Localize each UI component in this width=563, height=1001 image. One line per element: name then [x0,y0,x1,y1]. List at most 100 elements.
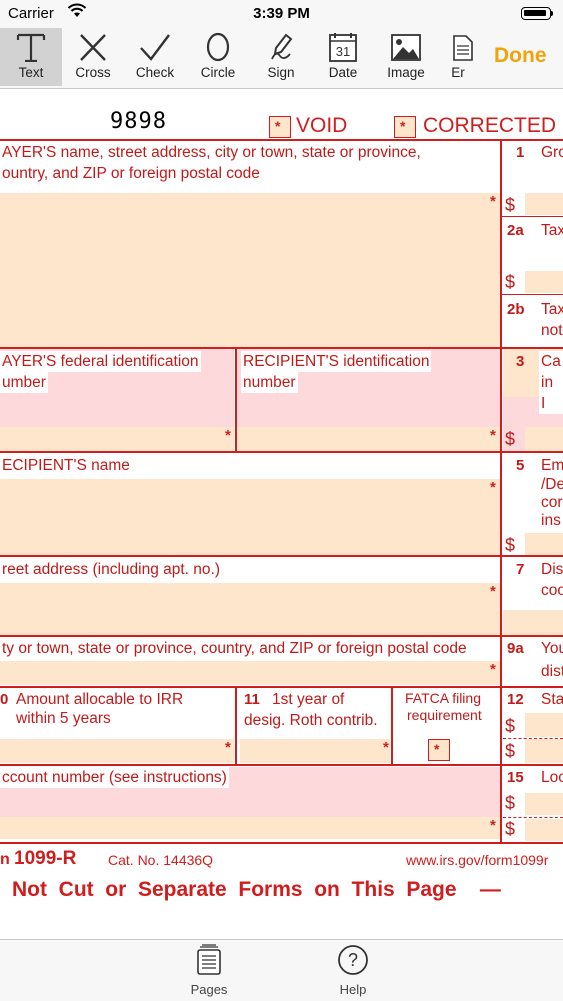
box7-label-2: coo [539,580,563,601]
payer-name-field[interactable] [0,193,500,347]
corrected-label: CORRECTED [423,114,557,137]
box7-label: Dis [539,559,563,580]
box12-label: Sta [539,689,563,710]
required-mark: * [490,583,496,600]
eraser-icon [453,35,473,61]
city-field[interactable] [0,661,500,685]
void-checkbox[interactable]: * [269,116,291,138]
box3-field[interactable] [525,427,563,451]
account-number-label: ccount number (see instructions) [0,767,229,788]
status-bar: Carrier 3:39 PM [0,0,563,28]
recipient-name-field[interactable] [0,479,500,555]
box1-field[interactable] [525,193,563,215]
city-label: ty or town, state or province, country, … [0,638,469,659]
svg-text:?: ? [348,950,358,970]
pages-icon [197,944,221,975]
box3-label: Ca [539,351,563,372]
tool-image-label: Image [387,65,425,80]
box5-label-4: ins [539,510,563,531]
street-field[interactable] [0,583,500,635]
corrected-checkbox[interactable]: * [394,116,416,138]
signature-pen-icon [271,33,293,60]
required-mark: * [490,661,496,678]
box9a-label-2: dist [539,661,563,682]
tool-sign-label: Sign [267,65,295,80]
required-mark: * [225,427,231,444]
box1-dollar: $ [505,195,516,215]
tab-help-label: Help [339,982,367,997]
fatca-label-2: requirement [405,706,484,724]
box15-number: 15 [507,769,524,786]
circle-icon [206,32,230,62]
tab-pages[interactable]: Pages [174,944,244,997]
image-icon [391,34,421,61]
box3-number: 3 [516,353,525,370]
tool-cross[interactable]: Cross [62,28,124,86]
payer-label-2: ountry, and ZIP or foreign postal code [0,163,262,184]
cat-number: Cat. No. 14436Q [108,852,214,868]
box5-label: Em [539,455,563,476]
clock: 3:39 PM [253,5,310,22]
box2a-field[interactable] [525,271,563,293]
done-label: Done [494,44,547,67]
box3-label-2: in I [539,372,563,414]
fatca-checkbox[interactable]: * [428,739,450,761]
box10-number: 0 [0,691,9,708]
box7-field[interactable] [503,610,563,635]
battery-icon [521,7,553,20]
tool-text[interactable]: Text [0,28,62,86]
recipient-tin-label-2: number [241,372,298,393]
box15-field-2[interactable] [525,819,563,841]
street-label: reet address (including apt. no.) [0,559,222,580]
tool-cross-label: Cross [75,65,111,80]
tool-eraser-label: Er [451,65,465,80]
tool-sign[interactable]: Sign [250,28,312,86]
box12-number: 12 [507,691,524,708]
text-cursor-icon [16,33,46,62]
required-mark: * [490,479,496,496]
calendar-day: 31 [335,44,351,59]
required-mark: * [383,739,389,756]
tool-check[interactable]: Check [124,28,186,86]
form-1099r: 9898 * VOID * CORRECTED AYER'S name, str… [0,89,563,939]
box5-number: 5 [516,457,525,474]
tool-circle[interactable]: Circle [187,28,249,86]
box7-number: 7 [516,561,525,578]
box2b-number: 2b [507,301,525,318]
tool-check-label: Check [135,65,175,80]
box15-label: Loc [539,767,563,788]
tool-date[interactable]: 31 Date [312,28,374,86]
box3-dollar: $ [505,429,516,449]
form-name: 1099-R [14,848,77,869]
tab-help[interactable]: ? Help [318,944,388,997]
box5-field[interactable] [525,533,563,555]
done-button[interactable]: Done [480,28,563,88]
box12-dollar-2: $ [505,741,516,761]
tool-image[interactable]: Image [375,28,437,86]
box12-field-2[interactable] [525,739,563,763]
box12-field-1[interactable] [525,713,563,737]
tool-text-label: Text [18,65,44,80]
box15-dollar-2: $ [505,819,516,839]
tool-circle-label: Circle [200,65,236,80]
payer-label: AYER'S name, street address, city or tow… [0,142,423,163]
box1-label: Gro [539,142,563,163]
box15-field-1[interactable] [525,793,563,815]
box1-number: 1 [516,144,525,161]
tool-date-label: Date [328,65,358,80]
box15-dollar: $ [505,793,516,813]
box11-field[interactable] [240,739,390,763]
payer-tin-label-2: umber [0,372,48,393]
box10-field[interactable] [0,739,234,763]
irs-website: www.irs.gov/form1099r [406,852,549,868]
box11-label-2: desig. Roth contrib. [242,710,380,731]
box2a-number: 2a [507,222,524,239]
tool-eraser[interactable]: Er [436,28,480,86]
required-mark: * [490,817,496,834]
box9a-number: 9a [507,640,524,657]
checkmark-icon [140,34,170,61]
void-label: VOID [296,114,348,137]
help-icon: ? [338,945,368,975]
box2b-label-2: not [539,320,563,341]
required-mark: * [490,427,496,444]
